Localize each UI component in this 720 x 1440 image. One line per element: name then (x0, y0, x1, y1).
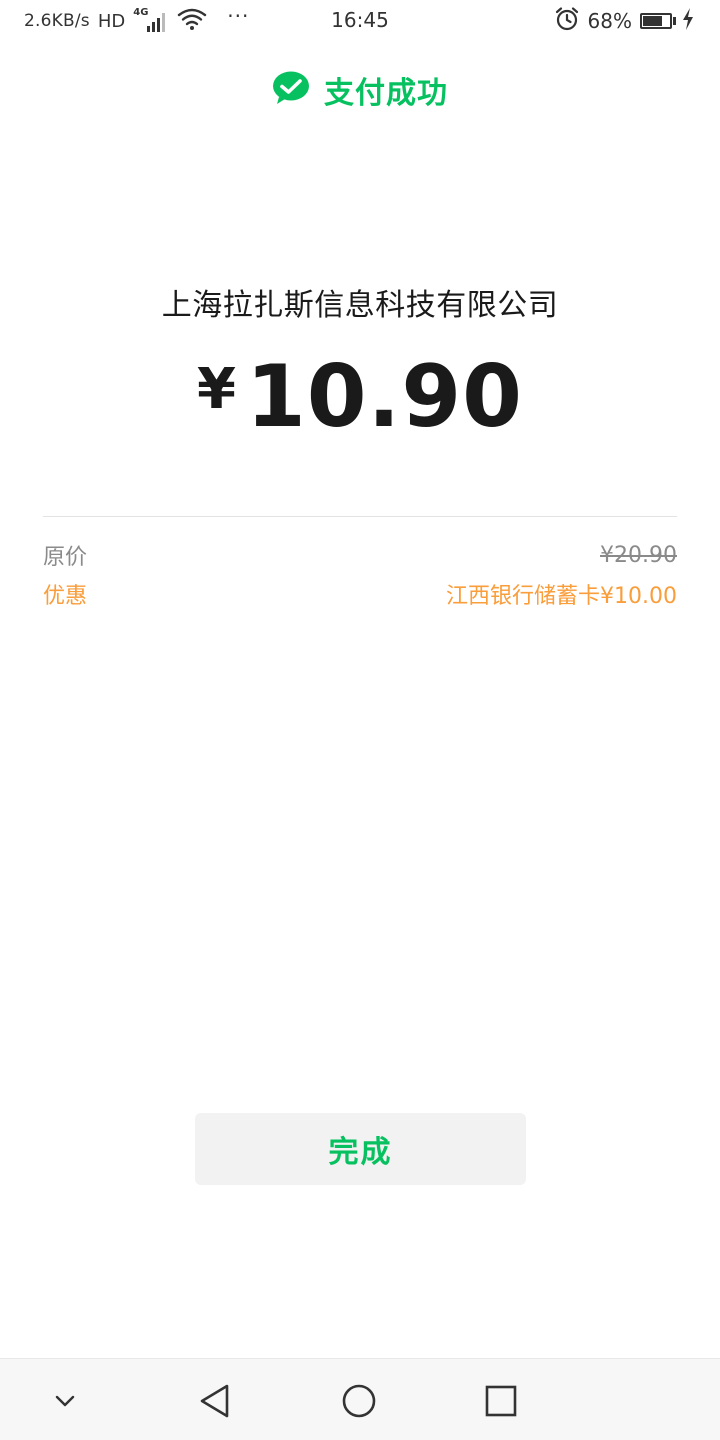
payment-amount: ¥10.90 (0, 340, 720, 471)
payment-success-screen: 2.6KB/s HD 4G ··· 16:45 68% 支付成功 上海拉扎斯信息… (0, 0, 720, 1440)
charging-bolt-icon (682, 8, 694, 34)
battery-icon (640, 13, 672, 29)
navigation-bar (0, 1358, 720, 1440)
recents-icon[interactable] (477, 1377, 525, 1425)
home-icon[interactable] (335, 1377, 383, 1425)
back-icon[interactable] (191, 1377, 239, 1425)
battery-percent: 68% (587, 9, 632, 33)
status-bar: 2.6KB/s HD 4G ··· 16:45 68% (0, 0, 720, 42)
discount-row: 优惠 江西银行储蓄卡¥10.00 (43, 578, 677, 610)
chevron-down-icon[interactable] (41, 1377, 89, 1425)
page-title: 支付成功 (324, 76, 448, 111)
status-right: 68% (554, 7, 694, 35)
original-price-label: 原价 (43, 545, 88, 570)
original-price-value: ¥20.90 (600, 542, 677, 568)
original-price-row: 原价 ¥20.90 (43, 539, 677, 571)
merchant-name: 上海拉扎斯信息科技有限公司 (161, 288, 559, 323)
wechat-pay-check-icon (272, 71, 310, 109)
discount-label: 优惠 (43, 584, 88, 609)
amount-value: 10.90 (245, 347, 523, 447)
alarm-clock-icon (554, 6, 580, 36)
done-button[interactable]: 完成 (195, 1113, 526, 1185)
divider (43, 516, 677, 517)
page-header: 支付成功 (0, 66, 720, 114)
battery-cap (673, 17, 676, 25)
battery-level-fill (643, 16, 663, 26)
discount-value: 江西银行储蓄卡¥10.00 (446, 584, 677, 609)
currency-symbol: ¥ (197, 357, 236, 422)
